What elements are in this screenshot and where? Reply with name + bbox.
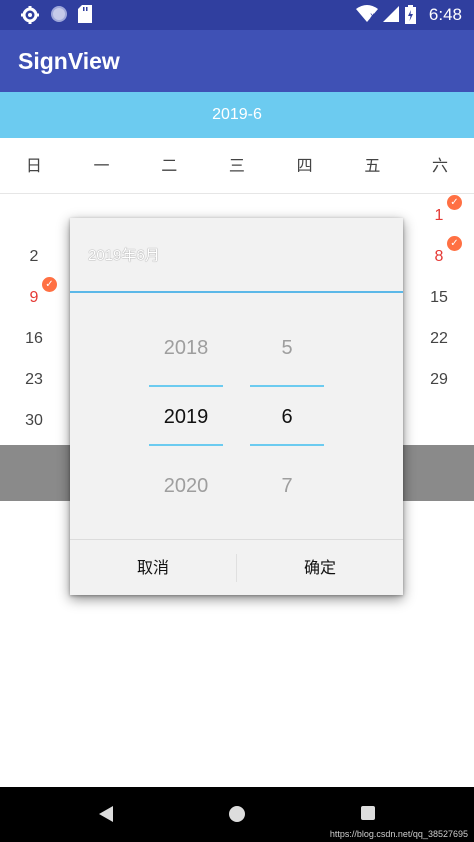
weekday-tue: 二 xyxy=(161,156,178,175)
check-icon: ✓ xyxy=(447,236,462,251)
check-icon: ✓ xyxy=(42,277,57,292)
title-underline xyxy=(70,291,403,293)
month-next[interactable]: 7 xyxy=(250,475,324,498)
day-cell[interactable]: 16 xyxy=(9,324,59,354)
svg-text:x: x xyxy=(370,11,375,20)
wifi-icon: x xyxy=(356,5,378,28)
dialog-title: 2019年6月 xyxy=(88,247,160,264)
status-bar: x 6:48 xyxy=(0,0,474,30)
month-selection-line xyxy=(250,385,324,387)
day-cell[interactable]: 2 xyxy=(9,242,59,272)
battery-icon xyxy=(405,5,416,29)
weekday-thu: 四 xyxy=(296,156,313,175)
home-icon[interactable] xyxy=(228,805,246,827)
signal-icon xyxy=(381,5,399,28)
clock-time: 6:48 xyxy=(428,5,462,24)
circle-icon xyxy=(50,5,68,28)
check-icon: ✓ xyxy=(447,195,462,210)
day-cell[interactable]: 22 xyxy=(414,324,464,354)
day-cell[interactable]: 15 xyxy=(414,283,464,313)
weekday-mon: 一 xyxy=(93,156,110,175)
app-title: SignView xyxy=(18,48,120,74)
back-icon[interactable] xyxy=(98,805,114,827)
year-selected[interactable]: 2019 xyxy=(149,406,223,429)
navigation-bar: https://blog.csdn.net/qq_38527695 xyxy=(0,787,474,842)
weekday-sat: 六 xyxy=(432,156,449,175)
date-picker-dialog: 2019年6月 2018 2019 2020 5 6 7 取消 确定 xyxy=(70,218,403,595)
month-prev[interactable]: 5 xyxy=(250,337,324,360)
month-selected[interactable]: 6 xyxy=(250,406,324,429)
gear-icon xyxy=(20,5,40,30)
day-cell[interactable]: 23 xyxy=(9,365,59,395)
recents-icon[interactable] xyxy=(360,805,376,825)
year-selection-line xyxy=(149,385,223,387)
watermark: https://blog.csdn.net/qq_38527695 xyxy=(329,829,468,839)
confirm-button[interactable]: 确定 xyxy=(237,540,403,595)
weekday-header: 日 一 二 三 四 五 六 xyxy=(0,138,474,194)
year-selection-line xyxy=(149,444,223,446)
sd-card-icon xyxy=(78,5,92,28)
month-selector[interactable]: 2019-6 xyxy=(0,92,474,138)
year-prev[interactable]: 2018 xyxy=(149,337,223,360)
cancel-button[interactable]: 取消 xyxy=(70,540,236,595)
day-cell[interactable]: 30 xyxy=(9,406,59,436)
weekday-wed: 三 xyxy=(228,156,245,175)
weekday-fri: 五 xyxy=(364,156,381,175)
weekday-sun: 日 xyxy=(25,156,42,175)
year-next[interactable]: 2020 xyxy=(149,475,223,498)
day-cell[interactable]: 29 xyxy=(414,365,464,395)
app-bar: SignView xyxy=(0,30,474,92)
month-selection-line xyxy=(250,444,324,446)
